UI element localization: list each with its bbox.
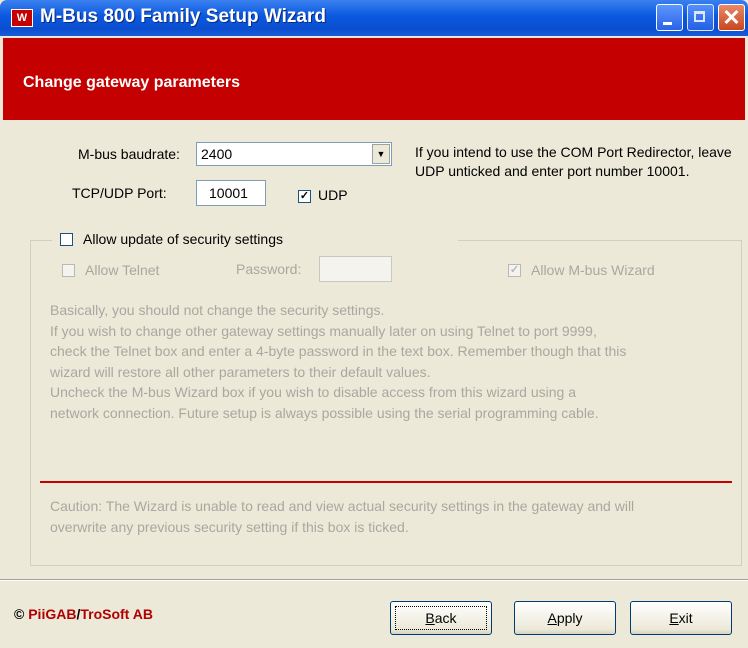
caution-divider xyxy=(40,481,732,483)
baudrate-label: M-bus baudrate: xyxy=(78,146,180,162)
header-banner: Change gateway parameters xyxy=(3,38,745,120)
app-icon: W xyxy=(11,9,33,27)
caution-text: Caution: The Wizard is unable to read an… xyxy=(50,496,742,537)
close-button[interactable]: ✕ xyxy=(718,4,745,31)
exit-label: xit xyxy=(678,610,693,626)
setup-wizard-window: W M-Bus 800 Family Setup Wizard ✕ Change… xyxy=(0,0,748,648)
page-title: Change gateway parameters xyxy=(23,74,240,91)
allow-security-update-checkbox[interactable] xyxy=(60,233,73,246)
caution-line: Caution: The Wizard is unable to read an… xyxy=(50,498,635,514)
port-input[interactable]: 10001 xyxy=(196,180,266,206)
udp-label: UDP xyxy=(318,187,348,203)
chevron-down-icon[interactable]: ▼ xyxy=(372,144,390,164)
minimize-button[interactable] xyxy=(656,4,683,31)
explanation-line: wizard will restore all other parameters… xyxy=(50,363,431,380)
window-title: M-Bus 800 Family Setup Wizard xyxy=(40,6,326,27)
apply-accel: A xyxy=(547,610,557,626)
apply-label: pply xyxy=(556,610,583,626)
allow-telnet-checkbox[interactable] xyxy=(62,264,75,277)
footer-separator-highlight xyxy=(0,580,748,581)
explanation-line: Uncheck the M-bus Wizard box if you wish… xyxy=(50,384,576,400)
baudrate-select[interactable]: 2400 ▼ xyxy=(196,142,392,166)
allow-mbus-wizard-checkbox[interactable]: ✓ xyxy=(508,264,521,277)
brand-piigab: PiiGAB xyxy=(28,606,77,622)
explanation-line: check the Telnet box and enter a 4-byte … xyxy=(50,343,627,359)
port-label: TCP/UDP Port: xyxy=(72,185,167,201)
allow-security-update-label: Allow update of security settings xyxy=(83,231,283,247)
maximize-button[interactable] xyxy=(687,4,714,31)
explanation-line: If you wish to change other gateway sett… xyxy=(50,322,597,339)
copyright-symbol: © xyxy=(14,606,25,622)
exit-button[interactable]: Exit xyxy=(630,601,732,635)
caution-line: overwrite any previous security setting … xyxy=(50,518,409,535)
security-explanation: Basically, you should not change the sec… xyxy=(50,300,740,423)
brand-trosoft: TroSoft AB xyxy=(80,606,153,622)
focus-ring xyxy=(395,606,487,630)
title-bar[interactable]: W M-Bus 800 Family Setup Wizard ✕ xyxy=(0,0,748,36)
close-icon: ✕ xyxy=(722,5,741,30)
explanation-line: network connection. Future setup is alwa… xyxy=(50,404,599,421)
back-button[interactable]: Back xyxy=(390,601,492,635)
com-redirector-info: If you intend to use the COM Port Redire… xyxy=(415,144,732,179)
password-input[interactable] xyxy=(319,256,392,282)
copyright: © PiiGAB/TroSoft AB xyxy=(14,606,153,622)
port-value: 10001 xyxy=(209,185,248,201)
exit-accel: E xyxy=(669,610,679,626)
explanation-line: Basically, you should not change the sec… xyxy=(50,302,385,318)
apply-button[interactable]: Apply xyxy=(514,601,616,635)
password-label: Password: xyxy=(236,261,302,277)
allow-mbus-wizard-label: Allow M-bus Wizard xyxy=(531,262,655,278)
maximize-icon xyxy=(694,11,705,22)
allow-telnet-label: Allow Telnet xyxy=(85,262,160,278)
minimize-icon xyxy=(663,22,672,25)
baudrate-value: 2400 xyxy=(201,146,233,162)
udp-checkbox[interactable]: ✓ xyxy=(298,190,311,203)
